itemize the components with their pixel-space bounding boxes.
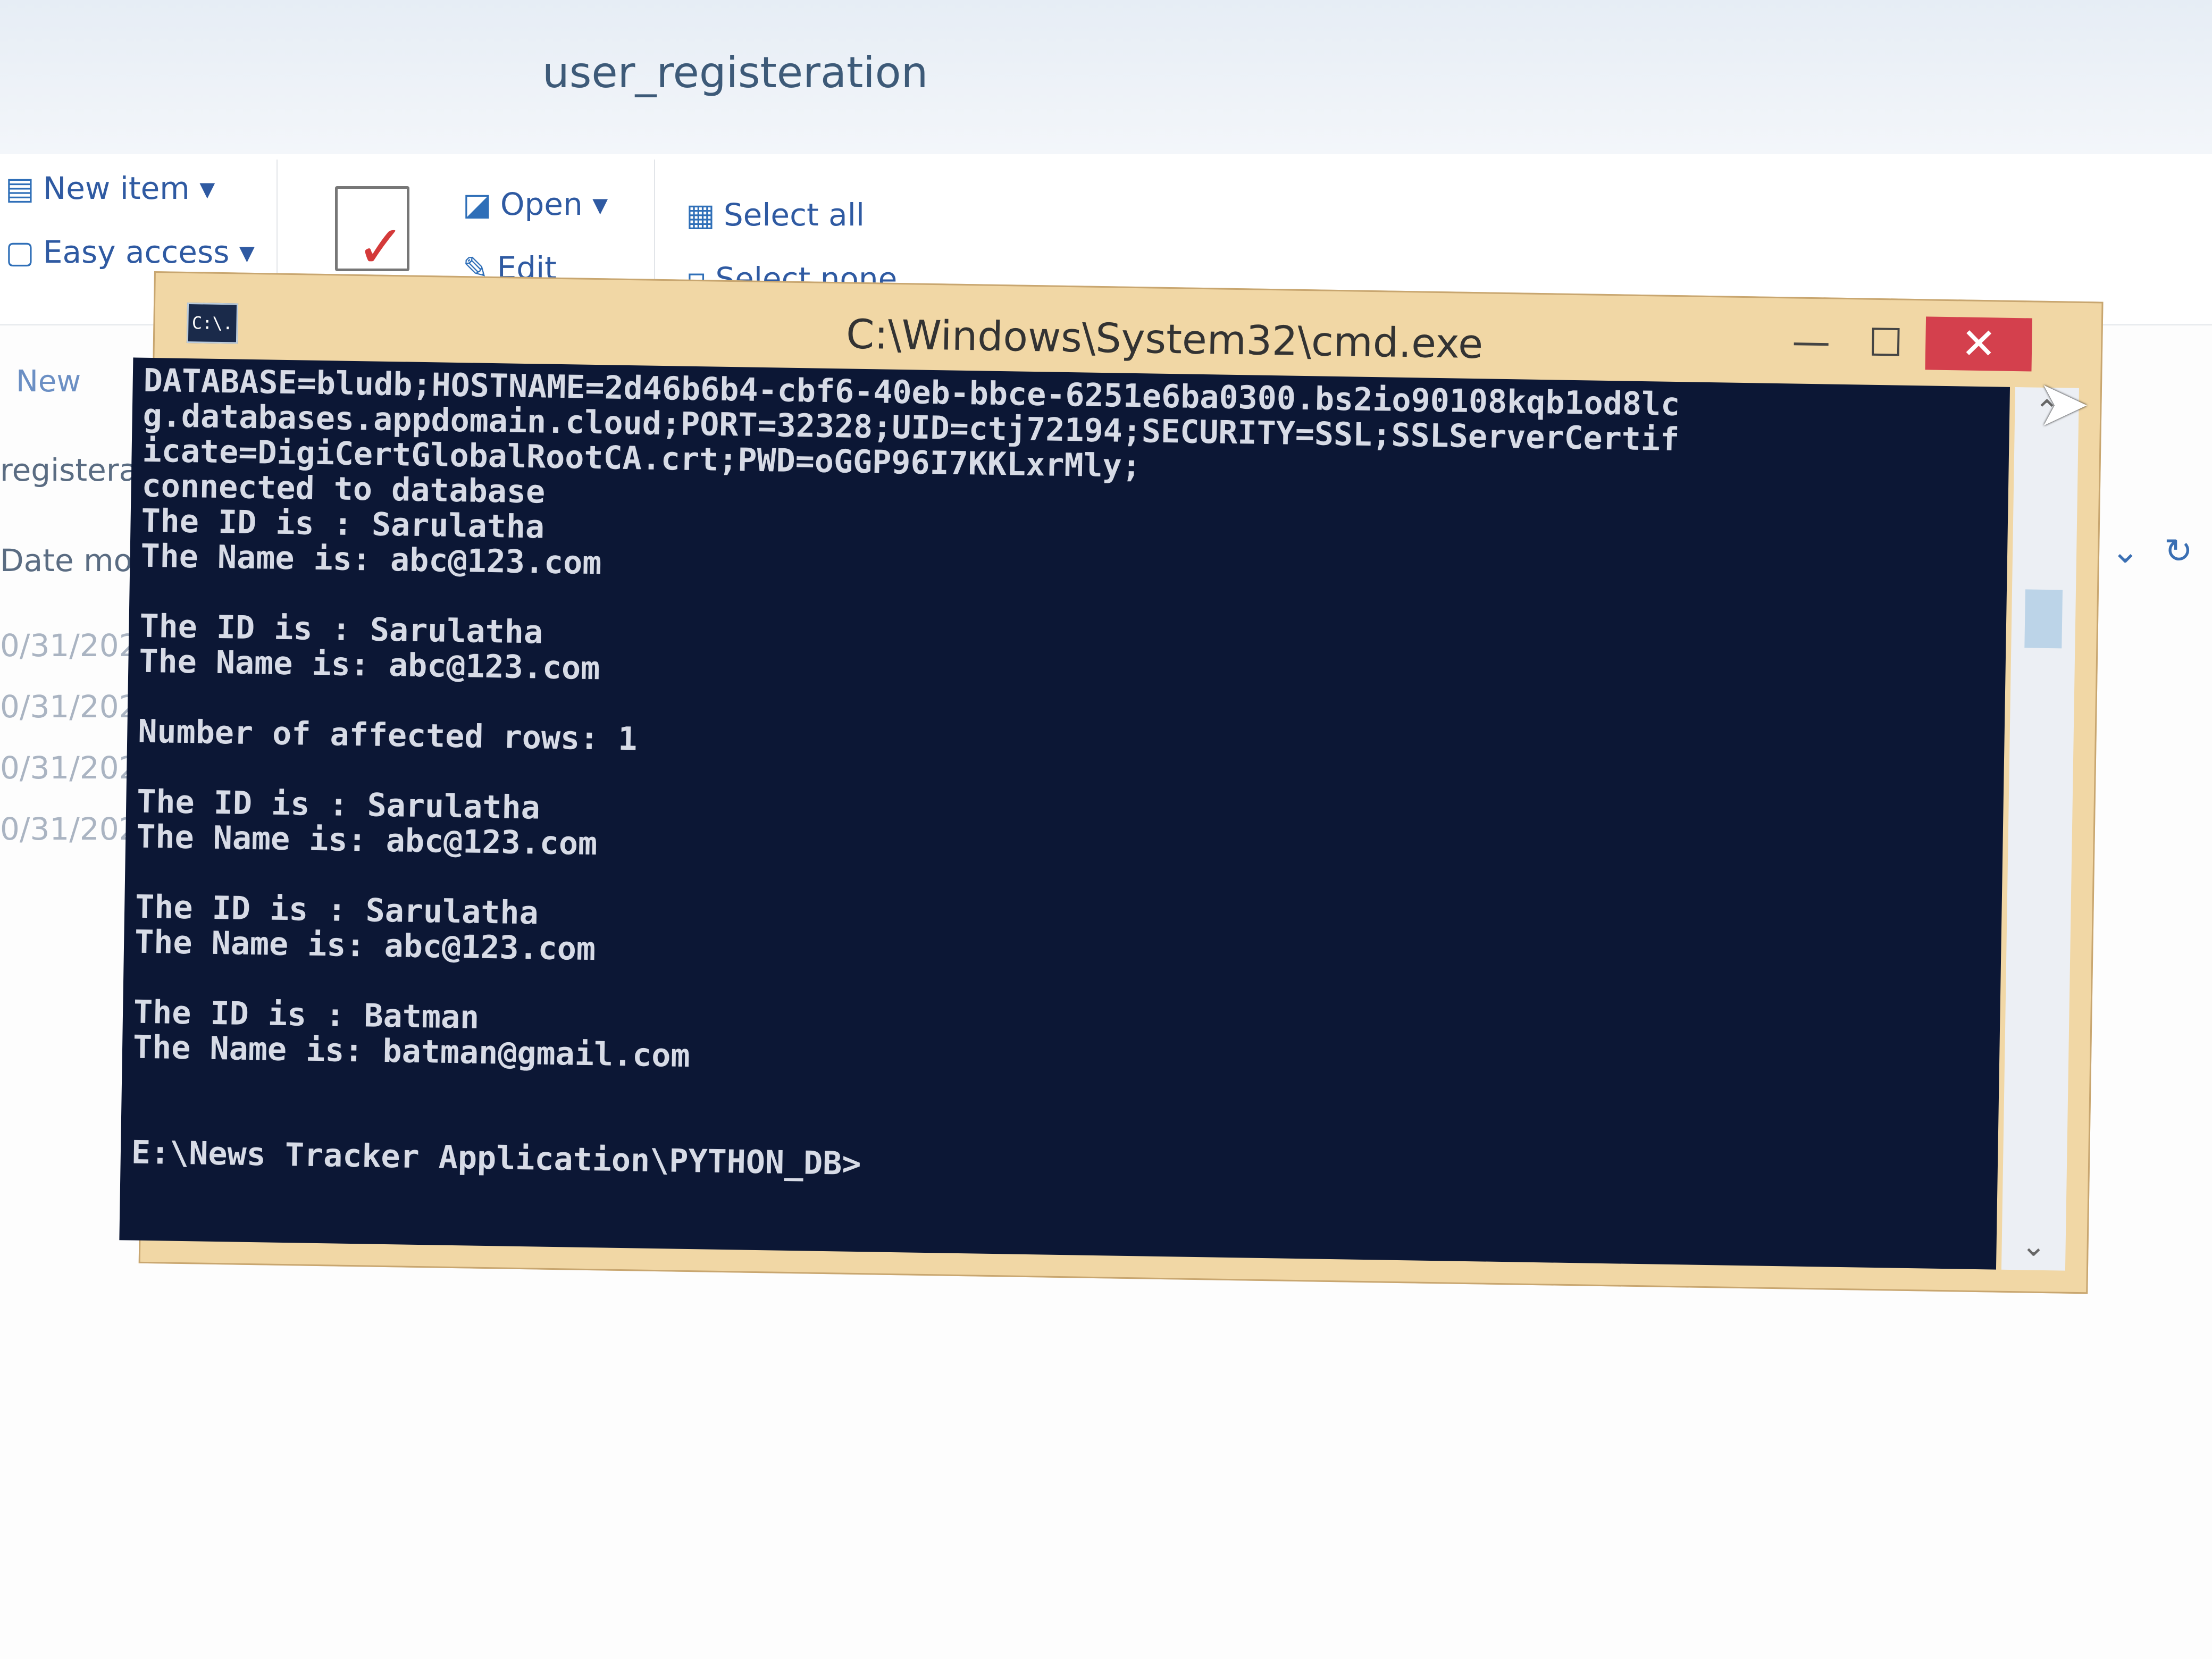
new-item-icon: ▤ (5, 170, 35, 206)
easy-access-button[interactable]: ▢ Easy access ▾ (5, 234, 255, 270)
checkmark-icon: ✓ (356, 213, 406, 281)
open-icon: ◪ (463, 186, 492, 222)
select-all-button[interactable]: ▦ Select all (686, 197, 865, 233)
chevron-down-icon[interactable]: ⌄ (2111, 532, 2140, 571)
chevron-down-icon: ▾ (239, 234, 255, 270)
cmd-icon: C:\. (186, 302, 239, 344)
console-line: The Name is: abc@123.com (138, 642, 600, 688)
close-button[interactable]: ✕ (1925, 316, 2033, 372)
ribbon-divider (276, 160, 278, 287)
ribbon-divider (654, 160, 655, 287)
new-item-button[interactable]: ▤ New item ▾ (5, 170, 215, 206)
console-line: The Name is: batman@gmail.com (132, 1028, 691, 1075)
chevron-down-icon: ▾ (592, 186, 608, 222)
open-button[interactable]: ◪ Open ▾ (463, 186, 608, 222)
console-output[interactable]: DATABASE=bludb;HOSTNAME=2d46b6b4-cbf6-40… (119, 357, 2010, 1270)
explorer-title: user_registeration (542, 48, 928, 97)
easy-access-icon: ▢ (5, 234, 35, 270)
vertical-scrollbar[interactable]: ⌃ ⌄ (2001, 387, 2079, 1271)
select-all-icon: ▦ (686, 197, 715, 233)
scroll-down-icon[interactable]: ⌄ (2001, 1222, 2066, 1271)
console-line: E:\News Tracker Application\PYTHON_DB> (131, 1134, 862, 1183)
maximize-button[interactable]: ☐ (1851, 315, 1921, 370)
console-text: DATABASE=bludb;HOSTNAME=2d46b6b4-cbf6-40… (120, 357, 2010, 1204)
explorer-titlebar: user_registeration (0, 0, 2212, 155)
mouse-cursor-icon: ➤ (2037, 367, 2090, 441)
scroll-thumb[interactable] (2024, 589, 2063, 649)
cmd-window[interactable]: C:\. C:\Windows\System32\cmd.exe — ☐ ✕ D… (119, 271, 2104, 1294)
cmd-title: C:\Windows\System32\cmd.exe (845, 310, 1484, 368)
console-line: The Name is: abc@123.com (134, 923, 596, 968)
minimize-button[interactable]: — (1777, 314, 1847, 368)
chevron-down-icon: ▾ (199, 170, 215, 206)
console-line: Number of affected rows: 1 (137, 713, 638, 758)
ribbon-group-label-new: New (16, 364, 81, 399)
refresh-icon[interactable]: ↻ (2164, 532, 2193, 571)
console-line: The Name is: abc@123.com (136, 818, 598, 863)
console-line: The Name is: abc@123.com (140, 537, 602, 582)
